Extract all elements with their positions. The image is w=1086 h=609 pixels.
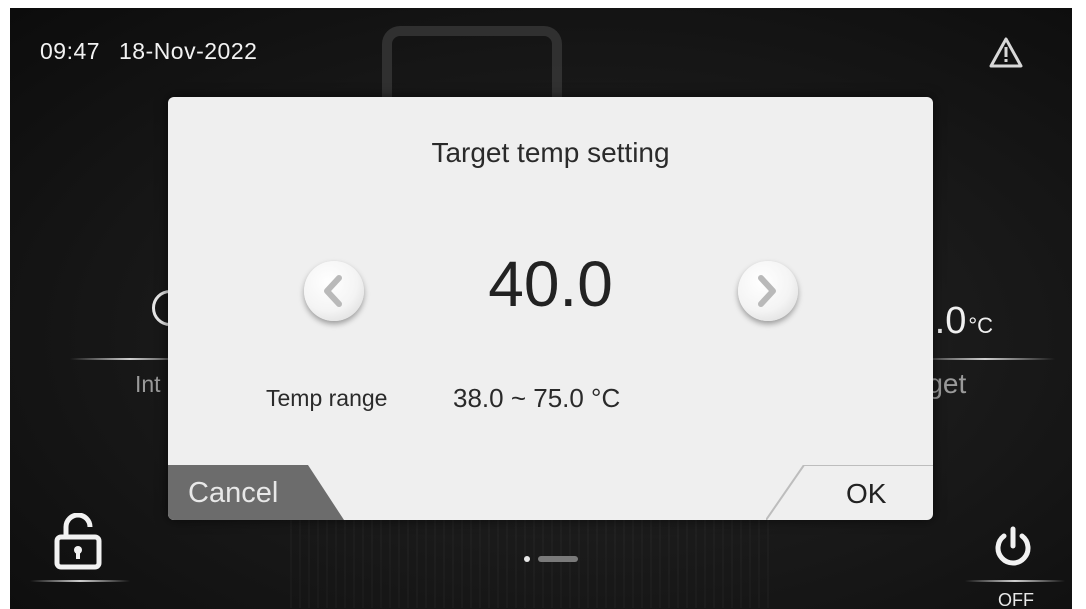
power-icon[interactable]: [993, 526, 1033, 568]
background-right-divider: [915, 358, 1055, 360]
background-right-unit: °C: [968, 313, 994, 338]
status-date: 18-Nov-2022: [118, 38, 258, 64]
ok-button[interactable]: OK: [766, 465, 933, 520]
unlock-underglow: [30, 580, 130, 582]
temp-range-label: Temp range: [266, 385, 388, 411]
power-state-label: OFF: [998, 590, 1034, 609]
status-datetime: 09:47 18-Nov-2022: [40, 38, 257, 65]
page-indicator-inactive[interactable]: [538, 556, 578, 562]
chevron-right-icon: [758, 275, 776, 307]
target-temp-value: 40.0: [488, 248, 613, 320]
temp-range-value: 38.0 ~ 75.0 °C: [453, 383, 621, 413]
cancel-button-label: Cancel: [188, 477, 279, 509]
device-screen: 09:47 18-Nov-2022 Int ).0°C rget Target …: [10, 8, 1072, 609]
increase-temp-button[interactable]: [738, 261, 798, 321]
dialog-title: Target temp setting: [431, 137, 670, 168]
power-underglow: [965, 580, 1065, 582]
unlock-icon[interactable]: [54, 513, 102, 573]
target-temp-dialog: Target temp setting 40.0 Temp range 38.0…: [168, 97, 933, 520]
ok-button-label: OK: [846, 478, 887, 509]
background-left-label: Int: [135, 371, 161, 397]
status-time: 09:47: [40, 38, 101, 64]
warning-triangle-icon[interactable]: [988, 36, 1024, 70]
page-indicator-active[interactable]: [524, 556, 530, 562]
cancel-button[interactable]: Cancel: [168, 465, 344, 520]
